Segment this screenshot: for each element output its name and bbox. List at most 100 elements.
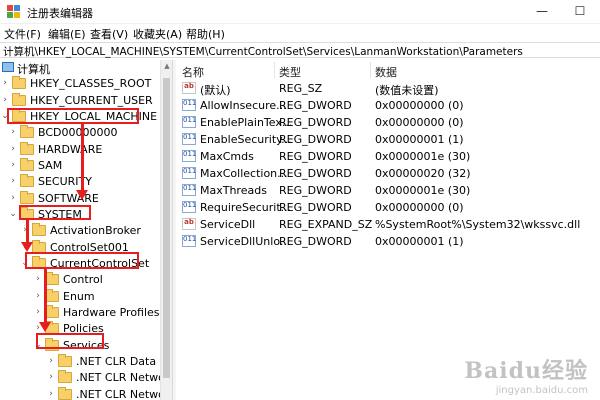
binary-value-icon: 011 <box>182 167 196 179</box>
expand-icon[interactable]: › <box>8 160 18 170</box>
annotation-arrow-shaft <box>81 124 84 190</box>
tree-node-hardware[interactable]: › HARDWARE <box>8 142 160 158</box>
tree-node-enum[interactable]: › Enum <box>33 289 160 305</box>
tree-node-bcd00000000[interactable]: › BCD00000000 <box>8 125 160 141</box>
tree-node-label: ActivationBroker <box>50 224 141 237</box>
tree-node-label: Control <box>63 273 103 286</box>
string-value-icon: ab <box>182 82 196 94</box>
tree-node-net-clr-data[interactable]: › .NET CLR Data <box>46 354 160 370</box>
value-data: 0x00000000 (0) <box>375 116 464 129</box>
folder-icon <box>58 370 72 383</box>
tree-node-label: .NET CLR Network <box>76 371 172 384</box>
tree-root-computer[interactable]: 计算机 <box>0 60 160 76</box>
menu-help[interactable]: 帮助(H) <box>186 26 225 42</box>
folder-icon <box>45 305 59 318</box>
value-name: MaxThreads <box>200 184 267 197</box>
menu-favorites[interactable]: 收藏夹(A) <box>133 26 182 42</box>
address-bar[interactable]: 计算机\HKEY_LOCAL_MACHINE\SYSTEM\CurrentCon… <box>0 42 600 58</box>
tree-node-label: Enum <box>63 290 95 303</box>
expand-icon[interactable]: › <box>33 274 43 284</box>
tree-node-sam[interactable]: › SAM <box>8 158 160 174</box>
tree-node-label: Hardware Profiles <box>63 306 160 319</box>
highlight-system <box>19 205 91 220</box>
folder-icon <box>12 93 26 106</box>
value-row[interactable]: 011 MaxCollection... REG_DWORD 0x0000002… <box>176 165 600 182</box>
value-data: 0x0000001e (30) <box>375 150 471 163</box>
address-path[interactable]: 计算机\HKEY_LOCAL_MACHINE\SYSTEM\CurrentCon… <box>3 44 523 59</box>
value-name: ServiceDll <box>200 218 256 231</box>
folder-icon <box>20 158 34 171</box>
column-separator[interactable] <box>370 62 371 78</box>
value-name: MaxCollection... <box>200 167 288 180</box>
watermark-url: jingyan.baidu.com <box>495 385 588 396</box>
menu-view[interactable]: 查看(V) <box>90 26 128 42</box>
value-row[interactable]: 011 RequireSecurit... REG_DWORD 0x000000… <box>176 199 600 216</box>
highlight-services <box>36 333 104 349</box>
value-data: 0x00000000 (0) <box>375 99 464 112</box>
expand-icon[interactable]: › <box>33 291 43 301</box>
value-type: REG_DWORD <box>279 184 352 197</box>
folder-icon <box>20 174 34 187</box>
folder-icon <box>20 191 34 204</box>
minimize-button[interactable]: — <box>532 2 552 20</box>
expand-icon[interactable]: › <box>46 389 56 399</box>
value-type: REG_DWORD <box>279 133 352 146</box>
folder-icon <box>12 76 26 89</box>
expand-icon[interactable]: › <box>8 144 18 154</box>
expand-icon[interactable]: › <box>8 176 18 186</box>
value-name: ServiceDllUnlo... <box>200 235 291 248</box>
tree-node-activationbroker[interactable]: › ActivationBroker <box>20 223 160 239</box>
tree-scrollbar[interactable]: ▲ <box>160 60 172 400</box>
menu-edit[interactable]: 编辑(E) <box>48 26 86 42</box>
value-data: 0x00000001 (1) <box>375 235 464 248</box>
value-data: 0x00000020 (32) <box>375 167 471 180</box>
value-name: AllowInsecure... <box>200 99 287 112</box>
tree-node-label: HKEY_CURRENT_USER <box>30 94 153 107</box>
expand-icon[interactable]: › <box>33 307 43 317</box>
expand-icon[interactable]: › <box>0 95 10 105</box>
maximize-button[interactable]: ☐ <box>570 2 590 20</box>
highlight-currentcontrolset <box>25 252 139 269</box>
menu-file[interactable]: 文件(F) <box>4 26 41 42</box>
computer-icon <box>2 62 14 72</box>
tree-node-net-clr-network[interactable]: › .NET CLR Network <box>46 370 172 386</box>
binary-value-icon: 011 <box>182 235 196 247</box>
value-row[interactable]: 011 EnableSecurity... REG_DWORD 0x000000… <box>176 131 600 148</box>
value-data: 0x0000001e (30) <box>375 184 471 197</box>
scroll-up-arrow-icon[interactable]: ▲ <box>163 62 171 70</box>
binary-value-icon: 011 <box>182 150 196 162</box>
tree-node-label: BCD00000000 <box>38 126 118 139</box>
value-row[interactable]: ab ServiceDll REG_EXPAND_SZ %SystemRoot%… <box>176 216 600 233</box>
column-header-type[interactable]: 类型 <box>279 64 301 80</box>
collapse-icon[interactable]: ⌄ <box>8 209 18 219</box>
folder-icon <box>32 223 46 236</box>
value-row[interactable]: 011 AllowInsecure... REG_DWORD 0x0000000… <box>176 97 600 114</box>
tree-node-hardware-profiles[interactable]: › Hardware Profiles <box>33 305 160 321</box>
value-row[interactable]: ab (默认) REG_SZ (数值未设置) <box>176 80 600 97</box>
tree-node-hkey-classes-root[interactable]: › HKEY_CLASSES_ROOT <box>0 76 160 92</box>
value-type: REG_EXPAND_SZ <box>279 218 373 231</box>
scrollbar-thumb[interactable] <box>163 78 170 378</box>
binary-value-icon: 011 <box>182 116 196 128</box>
column-header-name[interactable]: 名称 <box>182 64 204 80</box>
folder-icon <box>58 387 72 400</box>
value-row[interactable]: 011 ServiceDllUnlo... REG_DWORD 0x000000… <box>176 233 600 250</box>
column-separator[interactable] <box>274 62 275 78</box>
tree-node-hkey-current-user[interactable]: › HKEY_CURRENT_USER <box>0 93 160 109</box>
value-row[interactable]: 011 MaxThreads REG_DWORD 0x0000001e (30) <box>176 182 600 199</box>
value-row[interactable]: 011 MaxCmds REG_DWORD 0x0000001e (30) <box>176 148 600 165</box>
expand-icon[interactable]: › <box>46 356 56 366</box>
column-header-data[interactable]: 数据 <box>375 64 397 80</box>
expand-icon[interactable]: › <box>0 78 10 88</box>
expand-icon[interactable]: › <box>46 372 56 382</box>
value-row[interactable]: 011 EnablePlainTex... REG_DWORD 0x000000… <box>176 114 600 131</box>
folder-icon <box>58 354 72 367</box>
tree-node-label: HARDWARE <box>38 143 103 156</box>
expand-icon[interactable]: › <box>8 193 18 203</box>
expand-icon[interactable]: › <box>8 127 18 137</box>
tree-node-net-clr-network-2[interactable]: › .NET CLR Network <box>46 387 172 400</box>
value-type: REG_DWORD <box>279 150 352 163</box>
tree-node-control[interactable]: › Control <box>33 272 160 288</box>
tree-node-security[interactable]: › SECURITY <box>8 174 160 190</box>
tree-node-label: SAM <box>38 159 63 172</box>
